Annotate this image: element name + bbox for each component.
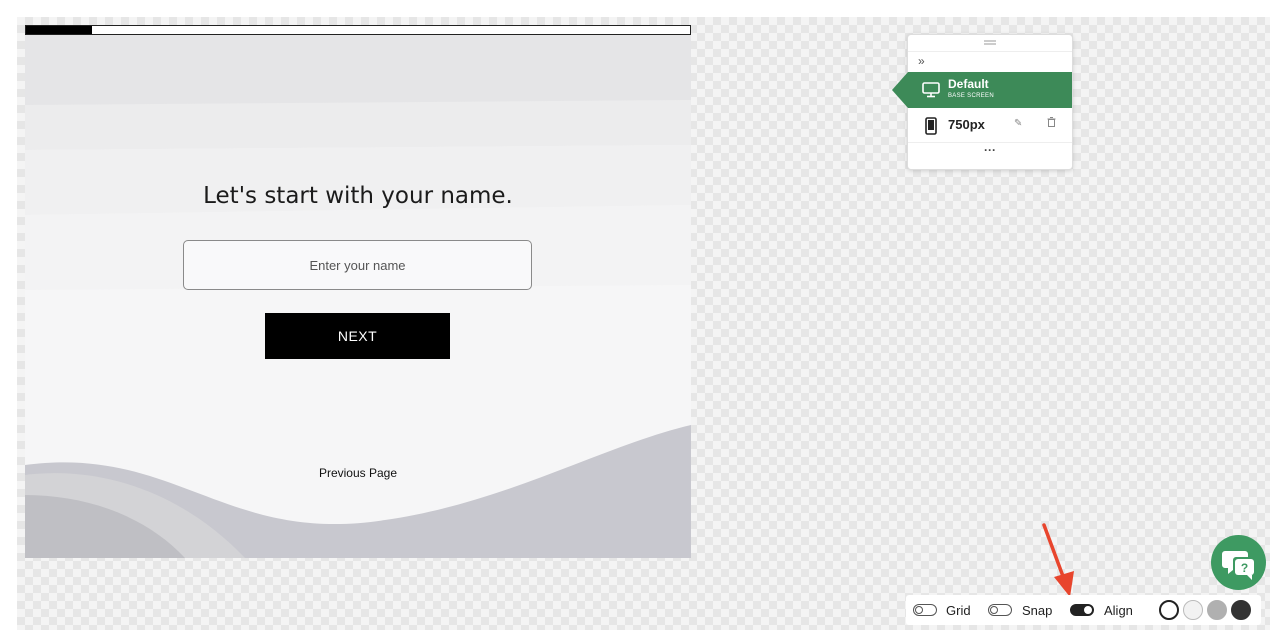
screens-panel: » Default BASE SCREEN 750px ✎ ··· — [892, 34, 1073, 170]
more-options-icon[interactable]: ··· — [908, 143, 1072, 157]
grid-toggle[interactable] — [913, 604, 937, 616]
swatch-light-gray[interactable] — [1183, 600, 1203, 620]
progress-bar — [25, 25, 691, 35]
trash-icon[interactable] — [1047, 117, 1056, 130]
swatch-dark[interactable] — [1231, 600, 1251, 620]
page-title: Let's start with your name. — [203, 183, 513, 209]
chat-help-icon: ? — [1222, 551, 1254, 580]
name-input[interactable] — [183, 240, 532, 290]
page-preview: Let's start with your name. NEXT Previou… — [25, 25, 691, 558]
swatch-gray[interactable] — [1207, 600, 1227, 620]
align-toggle[interactable] — [1070, 604, 1094, 616]
chat-help-button[interactable]: ? — [1211, 535, 1266, 590]
phone-icon — [925, 117, 937, 135]
progress-fill — [26, 26, 93, 34]
bottom-toolbar: Grid Snap Align — [906, 595, 1261, 625]
previous-page-link[interactable]: Previous Page — [25, 466, 691, 480]
red-arrow-annotation — [1042, 523, 1074, 597]
screen-item-750px[interactable]: 750px ✎ — [908, 108, 1072, 143]
expand-icon[interactable]: » — [918, 54, 925, 68]
screen-subtitle: BASE SCREEN — [948, 93, 994, 99]
monitor-icon — [922, 82, 940, 98]
screen-title: Default — [948, 77, 989, 91]
swatch-white[interactable] — [1159, 600, 1179, 620]
breakpoint-label: 750px — [948, 117, 985, 132]
snap-toggle[interactable] — [988, 604, 1012, 616]
screen-item-default[interactable]: Default BASE SCREEN — [892, 72, 1072, 108]
svg-text:?: ? — [1241, 561, 1248, 575]
align-label: Align — [1104, 603, 1133, 618]
edit-icon[interactable]: ✎ — [1014, 118, 1022, 129]
snap-label: Snap — [1022, 603, 1053, 618]
active-indicator — [892, 72, 908, 108]
grid-label: Grid — [946, 603, 971, 618]
drag-handle-icon[interactable] — [908, 35, 1072, 52]
next-button[interactable]: NEXT — [265, 313, 450, 359]
